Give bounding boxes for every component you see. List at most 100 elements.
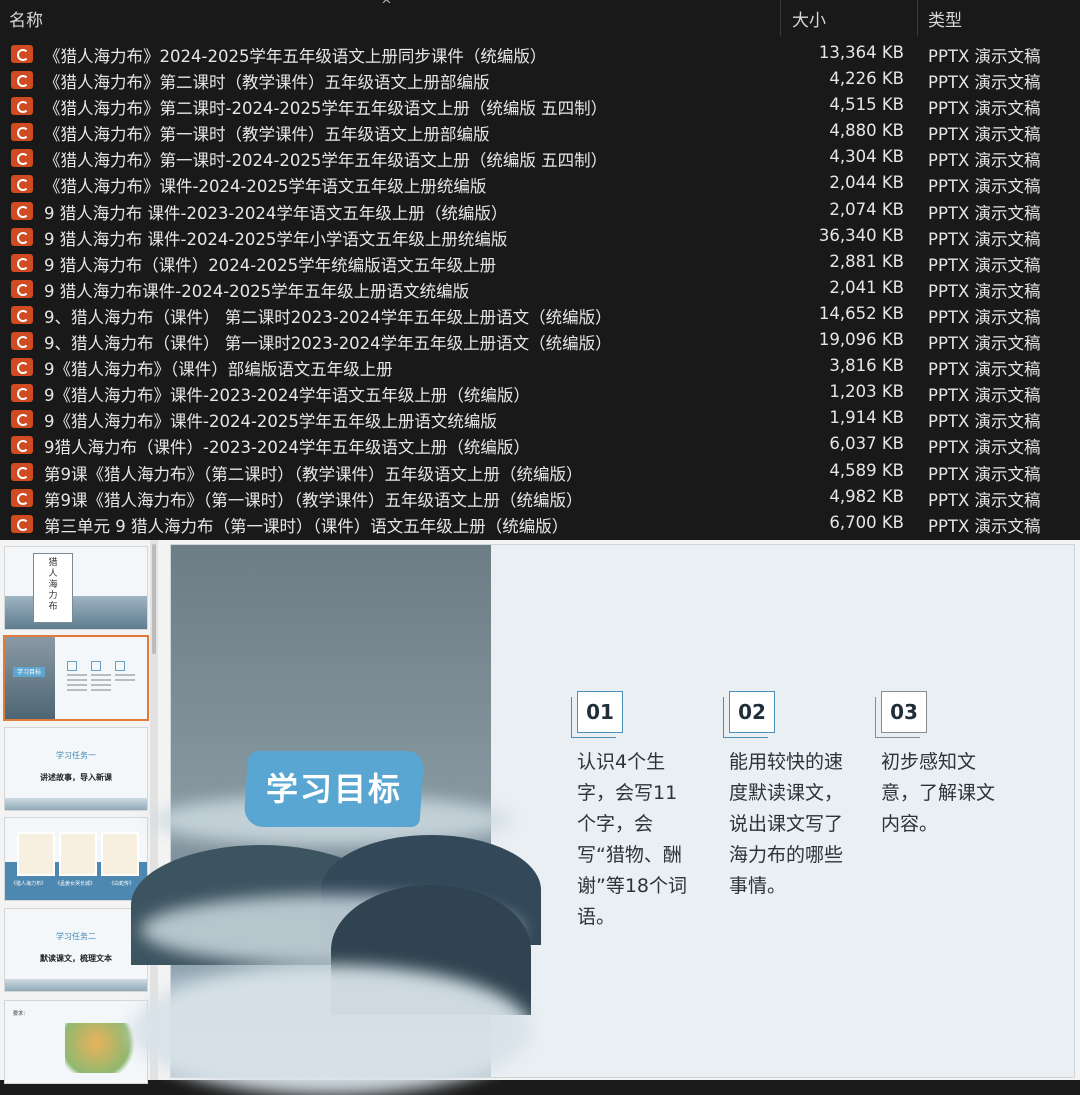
pptx-file-icon <box>11 97 33 116</box>
thumb-requirement-heading: 要求： <box>13 1011 29 1017</box>
pptx-file-icon <box>11 45 33 63</box>
slide-canvas[interactable]: 学习目标 01 认识4个生字，会写11个字，会写“猎物、酬谢”等18个词语。 0… <box>131 544 1075 1095</box>
thumb-title-tag: 学习目标 <box>13 667 45 677</box>
file-size: 4,515 KB <box>829 95 904 115</box>
file-row[interactable]: 9、猎人海力布（课件） 第一课时2023-2024学年五年级上册语文（统编版） 1… <box>0 328 1080 354</box>
file-row[interactable]: 9《猎人海力布》课件-2023-2024学年语文五年级上册（统编版） 1,203 … <box>0 380 1080 406</box>
pptx-file-icon <box>11 227 33 246</box>
file-row[interactable]: 《猎人海力布》课件-2024-2025学年语文五年级上册统编版 2,044 KB P… <box>0 171 1080 197</box>
file-row[interactable]: 9《猎人海力布》课件-2024-2025学年五年级上册语文统编版 1,914 KB… <box>0 406 1080 432</box>
file-row[interactable]: 9 猎人海力布（课件）2024-2025学年统编版语文五年级上册 2,881 KB… <box>0 250 1080 276</box>
file-type: PPTX 演示文稿 <box>928 255 1041 275</box>
goal-text: 初步感知文意，了解课文内容。 <box>881 751 996 835</box>
slide-thumbnail-1[interactable]: 猎 人 海 力 布 <box>4 546 148 630</box>
file-name: 《猎人海力布》2024-2025学年五年级语文上册同步课件（统编版） <box>44 47 547 66</box>
file-type: PPTX 演示文稿 <box>928 151 1041 171</box>
file-name: 《猎人海力布》第二课时（教学课件）五年级语文上册部编版 <box>44 73 490 93</box>
pptx-file-icon <box>11 149 33 168</box>
file-type: PPTX 演示文稿 <box>928 386 1041 406</box>
file-size: 6,700 KB <box>829 512 904 532</box>
number-badge: 01 <box>571 691 623 738</box>
pptx-file-icon <box>11 462 33 481</box>
file-size: 13,364 KB <box>818 43 904 62</box>
file-type: PPTX 演示文稿 <box>928 516 1041 536</box>
file-row[interactable]: 《猎人海力布》第二课时-2024-2025学年五年级语文上册（统编版 五四制） 4… <box>0 93 1080 119</box>
file-row[interactable]: 9 猎人海力布 课件-2023-2024学年语文五年级上册（统编版） 2,074 … <box>0 198 1080 224</box>
thumb-goal-column <box>115 661 135 701</box>
file-list: 《猎人海力布》2024-2025学年五年级语文上册同步课件（统编版） 13,364… <box>0 41 1080 537</box>
column-divider[interactable] <box>780 0 781 36</box>
file-row[interactable]: 9 猎人海力布 课件-2024-2025学年小学语文五年级上册统编版 36,340… <box>0 224 1080 250</box>
slide-thumbnail-2[interactable]: 学习目标 <box>3 635 149 721</box>
thumb-task-subtitle: 默读课文，梳理文本 <box>40 954 112 963</box>
pptx-file-icon <box>11 71 33 90</box>
thumb-caption: 《白蛇传》 <box>109 881 135 887</box>
file-name: 9、猎人海力布（课件） 第二课时2023-2024学年五年级上册语文（统编版） <box>44 307 612 327</box>
file-row[interactable]: 9、猎人海力布（课件） 第二课时2023-2024学年五年级上册语文（统编版） 1… <box>0 302 1080 328</box>
number-badge: 02 <box>723 691 775 738</box>
slide-thumbnail-5[interactable]: 学习任务二 默读课文，梳理文本 <box>4 908 148 992</box>
file-row[interactable]: 《猎人海力布》第二课时（教学课件）五年级语文上册部编版 4,226 KB PPTX … <box>0 67 1080 93</box>
column-header-type[interactable]: 类型 <box>928 6 962 31</box>
file-row[interactable]: 9猎人海力布（课件）-2023-2024学年五年级语文上册（统编版） 6,037 … <box>0 432 1080 458</box>
file-name: 9、猎人海力布（课件） 第一课时2023-2024学年五年级上册语文（统编版） <box>44 334 612 354</box>
title-card: 猎 人 海 力 布 <box>33 553 73 623</box>
file-type: PPTX 演示文稿 <box>928 229 1041 249</box>
thumb-task-subtitle: 讲述故事，导入新课 <box>40 773 112 782</box>
file-name: 第9课《猎人海力布》（第二课时）（教学课件）五年级语文上册（统编版） <box>44 464 583 484</box>
story-illustration <box>59 832 97 876</box>
thumb-caption: 《孟姜女哭长城》 <box>55 881 96 887</box>
decorative-band <box>5 979 147 991</box>
file-type: PPTX 演示文稿 <box>928 125 1041 145</box>
file-row[interactable]: 9《猎人海力布》（课件）部编版语文五年级上册 3,816 KB PPTX 演示文稿 <box>0 354 1080 380</box>
file-row[interactable]: 第三单元 9 猎人海力布（第一课时）（课件）语文五年级上册（统编版） 6,700 … <box>0 511 1080 537</box>
file-row[interactable]: 9 猎人海力布课件-2024-2025学年五年级上册语文统编版 2,041 KB P… <box>0 276 1080 302</box>
file-size: 1,203 KB <box>829 382 904 402</box>
file-size: 4,589 KB <box>829 460 904 480</box>
file-row[interactable]: 《猎人海力布》第一课时（教学课件）五年级语文上册部编版 4,880 KB PPTX … <box>0 119 1080 145</box>
goal-item-3: 03 初步感知文意，了解课文内容。 <box>875 691 999 840</box>
file-row[interactable]: 第9课《猎人海力布》（第二课时）（教学课件）五年级语文上册（统编版） 4,589 … <box>0 459 1080 485</box>
title-card-text: 猎 人 海 力 布 <box>48 558 58 612</box>
story-illustration <box>101 832 139 876</box>
presentation-editor: 猎 人 海 力 布 学习目标 学习任务一 讲述故事，导入新课 《猎人海力布》 《… <box>0 540 1080 1095</box>
thumb-task-label: 学习任务一 <box>56 751 96 760</box>
file-size: 4,982 KB <box>829 486 904 506</box>
file-type: PPTX 演示文稿 <box>928 177 1041 197</box>
slide-thumbnail-3[interactable]: 学习任务一 讲述故事，导入新课 <box>4 727 148 811</box>
thumb-task-label: 学习任务二 <box>56 932 96 941</box>
goal-text: 认识4个生字，会写11个字，会写“猎物、酬谢”等18个词语。 <box>577 751 688 928</box>
file-type: PPTX 演示文稿 <box>928 464 1041 484</box>
file-name: 9《猎人海力布》（课件）部编版语文五年级上册 <box>44 360 393 380</box>
file-row[interactable]: 《猎人海力布》第一课时-2024-2025学年五年级语文上册（统编版 五四制） 4… <box>0 145 1080 171</box>
slide-thumbnail-6[interactable]: 要求： <box>4 1000 148 1084</box>
column-header-name[interactable]: 名称 <box>9 6 43 31</box>
column-divider[interactable] <box>917 0 918 36</box>
file-size: 36,340 KB <box>818 225 904 245</box>
file-size: 19,096 KB <box>818 330 904 350</box>
file-row[interactable]: 《猎人海力布》2024-2025学年五年级语文上册同步课件（统编版） 13,364… <box>0 41 1080 67</box>
mountain-photo <box>5 637 55 719</box>
file-type: PPTX 演示文稿 <box>928 307 1041 327</box>
thumb-caption: 《猎人海力布》 <box>11 881 47 887</box>
column-header-bar: 名称 ^ 大小 类型 <box>0 0 1080 36</box>
slide-thumbnail-4[interactable]: 《猎人海力布》 《孟姜女哭长城》 《白蛇传》 <box>4 817 148 901</box>
pptx-file-icon <box>11 305 33 324</box>
file-size: 2,074 KB <box>829 199 904 219</box>
file-row[interactable]: 第9课《猎人海力布》（第一课时）（教学课件）五年级语文上册（统编版） 4,982 … <box>0 485 1080 511</box>
file-size: 4,880 KB <box>829 121 904 141</box>
pptx-file-icon <box>11 123 33 142</box>
mountain-mist-image <box>5 596 147 629</box>
file-type: PPTX 演示文稿 <box>928 438 1041 458</box>
column-header-size[interactable]: 大小 <box>792 6 826 31</box>
slide-thumbnail-panel: 猎 人 海 力 布 学习目标 学习任务一 讲述故事，导入新课 《猎人海力布》 《… <box>0 540 158 1084</box>
file-name: 9《猎人海力布》课件-2023-2024学年语文五年级上册（统编版） <box>44 386 530 406</box>
file-name: 9 猎人海力布（课件）2024-2025学年统编版语文五年级上册 <box>44 255 497 275</box>
file-type: PPTX 演示文稿 <box>928 334 1041 354</box>
sort-ascending-icon: ^ <box>381 0 392 13</box>
file-type: PPTX 演示文稿 <box>928 360 1041 380</box>
file-type: PPTX 演示文稿 <box>928 490 1041 510</box>
pptx-file-icon <box>11 279 33 298</box>
pptx-file-icon <box>11 410 33 429</box>
pptx-file-icon <box>11 514 33 533</box>
